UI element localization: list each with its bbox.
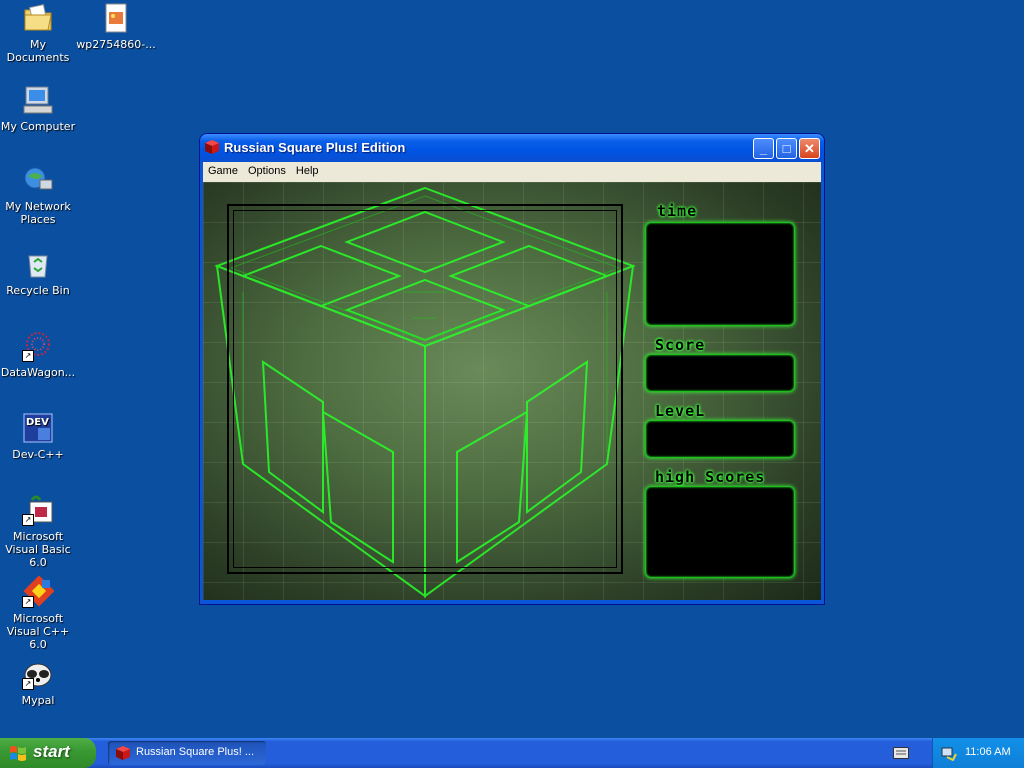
keyboard-icon[interactable] xyxy=(893,747,909,759)
image-file-icon xyxy=(100,2,132,34)
desktop-icon-label: My Network Places xyxy=(5,200,71,226)
high-scores-label: high Scores xyxy=(655,468,766,486)
desktop-icon-label: My Computer xyxy=(0,120,76,133)
clock[interactable]: 11:06 AM xyxy=(965,746,1011,758)
level-label: LeveL xyxy=(655,402,706,420)
taskbar-button-label: Russian Square Plus! ... xyxy=(136,746,255,758)
score-label: Score xyxy=(655,336,706,354)
recycle-bin-icon xyxy=(22,248,54,280)
score-display xyxy=(645,354,795,392)
desktop-icon-datawagon[interactable]: ↗ DataWagon... xyxy=(0,330,78,379)
time-label: time xyxy=(657,202,698,220)
mypal-icon: ↗ xyxy=(22,658,54,690)
desktop-icon-label: My Documents xyxy=(6,38,70,64)
datawagon-icon: ↗ xyxy=(22,330,54,362)
desktop-icon-mypal[interactable]: ↗ Mypal xyxy=(0,658,78,707)
windows-logo-icon xyxy=(10,746,26,761)
playfield xyxy=(227,204,623,574)
system-tray: 11:06 AM xyxy=(932,738,1024,768)
desktop-icon-vb6[interactable]: ↗ Microsoft Visual Basic 6.0 xyxy=(0,494,78,569)
desktop-icon-recycle-bin[interactable]: Recycle Bin xyxy=(0,248,78,297)
minimize-button[interactable]: _ xyxy=(753,138,774,159)
start-label: start xyxy=(33,742,70,761)
app-window: Russian Square Plus! Edition _ □ ✕ Game O… xyxy=(200,134,824,604)
desktop-icon-label: DataWagon... xyxy=(0,366,76,379)
playfield-inner-border xyxy=(233,210,617,568)
computer-icon xyxy=(22,84,54,116)
desktop-icon-label: Recycle Bin xyxy=(6,284,70,297)
menu-options[interactable]: Options xyxy=(243,162,291,180)
high-scores-display xyxy=(645,486,795,578)
network-icon xyxy=(22,164,54,196)
vcpp-icon: ↗ xyxy=(22,575,55,608)
window-title: Russian Square Plus! Edition xyxy=(224,140,406,155)
maximize-button[interactable]: □ xyxy=(776,138,797,159)
desktop-icon-label: Microsoft Visual C++ 6.0 xyxy=(6,612,70,651)
desktop-icon-my-computer[interactable]: My Computer xyxy=(0,84,78,133)
level-display xyxy=(645,420,795,458)
menu-bar: Game Options Help xyxy=(203,162,821,182)
start-button[interactable]: start xyxy=(0,738,96,768)
network-tray-icon[interactable] xyxy=(941,745,957,761)
taskbar: start Russian Square Plus! ... 11:06 AM xyxy=(0,738,1024,768)
desktop-icon-label: Microsoft Visual Basic 6.0 xyxy=(5,530,71,569)
desktop-icon-label: Dev-C++ xyxy=(12,448,64,461)
desktop-icon-network-places[interactable]: My Network Places xyxy=(0,164,78,226)
vb6-icon: ↗ xyxy=(22,494,54,526)
desktop-icon-devcpp[interactable]: DEV Dev-C++ xyxy=(0,412,78,461)
app-cube-icon xyxy=(205,140,219,154)
menu-help[interactable]: Help xyxy=(291,162,324,180)
close-button[interactable]: ✕ xyxy=(799,138,820,159)
taskbar-button-russian-square[interactable]: Russian Square Plus! ... xyxy=(108,741,266,765)
desktop-icon-label: Mypal xyxy=(21,694,55,707)
game-area: time Score LeveL high Scores xyxy=(203,182,821,600)
desktop-icon-wallpaper[interactable]: wp2754860-... xyxy=(76,2,156,51)
devcpp-badge: DEV xyxy=(26,417,49,428)
devcpp-icon: DEV xyxy=(22,412,54,444)
desktop-icon-label: wp2754860-... xyxy=(76,38,156,51)
desktop-icon-my-documents[interactable]: My Documents xyxy=(0,2,78,64)
app-cube-icon xyxy=(116,746,130,760)
folder-documents-icon xyxy=(22,2,54,34)
window-titlebar[interactable]: Russian Square Plus! Edition _ □ ✕ xyxy=(200,134,824,162)
menu-game[interactable]: Game xyxy=(203,162,243,180)
desktop-icon-vcpp[interactable]: ↗ Microsoft Visual C++ 6.0 xyxy=(0,575,78,651)
time-display xyxy=(645,222,795,326)
